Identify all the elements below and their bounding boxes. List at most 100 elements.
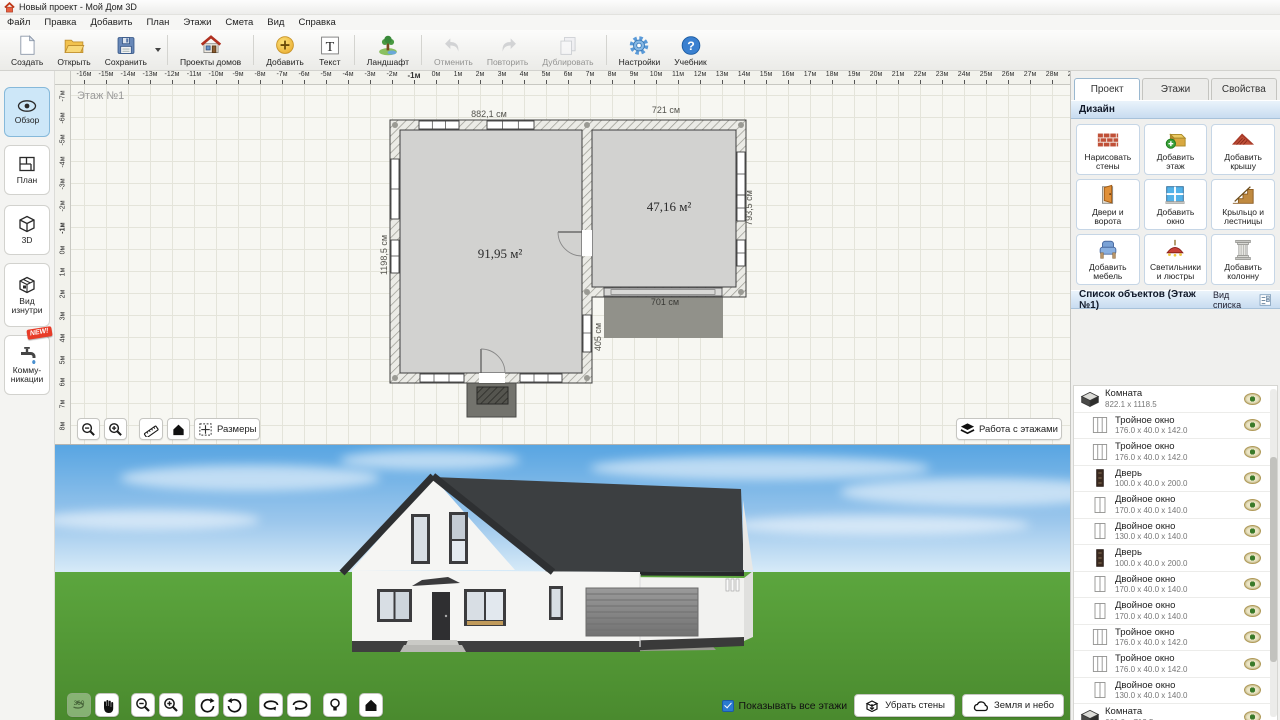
visibility-eye-icon[interactable] (1244, 393, 1261, 405)
sidebar-item-3d[interactable]: 3D (4, 205, 50, 255)
plan-canvas[interactable]: Этаж №1 (71, 85, 1070, 444)
tab-properties[interactable]: Свойства (1211, 78, 1277, 100)
list-item[interactable]: Двойное окно 130.0 x 40.0 x 140.0 (1074, 678, 1277, 705)
checkbox-checked-icon[interactable] (722, 700, 734, 712)
sidebar-item-interior-view[interactable]: Вид изнутри (4, 263, 50, 327)
menu-estimate[interactable]: Смета (218, 15, 260, 30)
orbit-right-button[interactable] (287, 693, 311, 717)
work-with-floors-button[interactable]: Работа с этажами (956, 418, 1062, 440)
tutorial-button[interactable]: ? Учебник (667, 31, 714, 69)
list-item[interactable]: Тройное окно 176.0 x 40.0 x 142.0 (1074, 625, 1277, 652)
redo-button[interactable]: Повторить (480, 31, 536, 69)
porch-and-stairs-button[interactable]: Крыльцо и лестницы (1211, 179, 1275, 230)
visibility-eye-icon[interactable] (1244, 419, 1261, 431)
list-item[interactable]: Двойное окно 130.0 x 40.0 x 140.0 (1074, 519, 1277, 546)
list-item[interactable]: Двойное окно 170.0 x 40.0 x 140.0 (1074, 572, 1277, 599)
menu-floors[interactable]: Этажи (176, 15, 218, 30)
ruler-label: 8м (55, 419, 71, 434)
save-button[interactable]: Сохранить (98, 31, 154, 69)
menu-plan[interactable]: План (139, 15, 176, 30)
scrollbar-thumb[interactable] (1270, 457, 1277, 662)
menu-add[interactable]: Добавить (83, 15, 139, 30)
menu-bar: Файл Правка Добавить План Этажи Смета Ви… (0, 15, 1280, 30)
add-button[interactable]: Добавить (259, 31, 311, 69)
plan-home-button[interactable] (167, 418, 190, 440)
floor-plan-view[interactable]: -16м-15м-14м-13м-12м-11м-10м-9м-8м-7м-6м… (55, 71, 1070, 445)
menu-view[interactable]: Вид (260, 15, 291, 30)
measure-button[interactable] (139, 418, 163, 440)
objects-scrollbar[interactable] (1270, 389, 1277, 717)
tab-floors[interactable]: Этажи (1142, 78, 1208, 100)
add-window-button[interactable]: Добавить окно (1144, 179, 1208, 230)
list-item[interactable]: Дверь 100.0 x 40.0 x 200.0 (1074, 466, 1277, 493)
visibility-eye-icon[interactable] (1244, 525, 1261, 537)
duplicate-button[interactable]: Дублировать (535, 31, 600, 69)
list-item[interactable]: Дверь 100.0 x 40.0 x 200.0 (1074, 545, 1277, 572)
porch[interactable] (467, 383, 516, 417)
dimensions-button[interactable]: Размеры (194, 418, 260, 440)
house-model[interactable] (342, 476, 753, 652)
lighting-button[interactable] (323, 693, 347, 717)
list-item[interactable]: Тройное окно 176.0 x 40.0 x 142.0 (1074, 413, 1277, 440)
visibility-eye-icon[interactable] (1244, 684, 1261, 696)
text-button[interactable]: T Текст (311, 31, 349, 69)
viewer-zoom-out-button[interactable] (131, 693, 155, 717)
new-button[interactable]: Создать (4, 31, 50, 69)
plan-zoom-out-button[interactable] (77, 418, 100, 440)
visibility-eye-icon[interactable] (1244, 578, 1261, 590)
visibility-eye-icon[interactable] (1244, 552, 1261, 564)
rotate-360-button[interactable]: 360 (67, 693, 91, 717)
open-button[interactable]: Открыть (50, 31, 97, 69)
list-item[interactable]: Комната 822.1 x 1118.5 (1074, 386, 1277, 413)
list-item[interactable]: Двойное окно 170.0 x 40.0 x 140.0 (1074, 598, 1277, 625)
save-dropdown-caret[interactable] (154, 31, 162, 69)
lights-and-chandeliers-button[interactable]: Светильники и люстры (1144, 234, 1208, 285)
landscape-button[interactable]: Ландшафт (360, 31, 416, 69)
undo-button[interactable]: Отменить (427, 31, 480, 69)
visibility-eye-icon[interactable] (1244, 605, 1261, 617)
menu-edit[interactable]: Правка (37, 15, 83, 30)
visibility-eye-icon[interactable] (1244, 472, 1261, 484)
tilt-down-button[interactable] (223, 693, 247, 717)
viewer-home-button[interactable] (359, 693, 383, 717)
ground-and-sky-button[interactable]: Земля и небо (962, 694, 1064, 717)
list-item[interactable]: Тройное окно 176.0 x 40.0 x 142.0 (1074, 439, 1277, 466)
orbit-left-button[interactable] (259, 693, 283, 717)
visibility-eye-icon[interactable] (1244, 711, 1261, 720)
visibility-eye-icon[interactable] (1244, 446, 1261, 458)
sidebar-item-plan[interactable]: План (4, 145, 50, 195)
visibility-eye-icon[interactable] (1244, 658, 1261, 670)
list-item[interactable]: Двойное окно 170.0 x 40.0 x 140.0 (1074, 492, 1277, 519)
house-projects-button[interactable]: Проекты домов (173, 31, 248, 69)
view-list-label[interactable]: Вид списка (1213, 290, 1255, 310)
doors-and-gates-button[interactable]: Двери и ворота (1076, 179, 1140, 230)
view-list-icon[interactable] (1259, 293, 1272, 307)
viewer-3d[interactable]: 360 (55, 445, 1070, 720)
garage-door-plan[interactable] (604, 288, 722, 296)
show-all-floors-checkbox[interactable]: Показывать все этажи (722, 700, 848, 712)
add-furniture-button[interactable]: Добавить мебель (1076, 234, 1140, 285)
duplicate-icon (556, 34, 580, 57)
remove-walls-button[interactable]: Убрать стены (854, 694, 955, 717)
object-type-icon (1090, 415, 1110, 435)
tilt-up-button[interactable] (195, 693, 219, 717)
tab-project[interactable]: Проект (1074, 78, 1140, 100)
toolbar-separator (354, 35, 355, 65)
list-item[interactable]: Комната 661.0 x 713.5 (1074, 704, 1277, 720)
object-name: Тройное окно (1115, 415, 1188, 426)
add-roof-button[interactable]: Добавить крышу (1211, 124, 1275, 175)
list-item[interactable]: Тройное окно 176.0 x 40.0 x 142.0 (1074, 651, 1277, 678)
add-floor-button[interactable]: Добавить этаж (1144, 124, 1208, 175)
sidebar-item-communications[interactable]: NEW! Комму- никации (4, 335, 50, 395)
visibility-eye-icon[interactable] (1244, 631, 1261, 643)
add-column-button[interactable]: Добавить колонну (1211, 234, 1275, 285)
sidebar-item-overview[interactable]: Обзор (4, 87, 50, 137)
visibility-eye-icon[interactable] (1244, 499, 1261, 511)
settings-button[interactable]: Настройки (612, 31, 668, 69)
draw-walls-button[interactable]: Нарисовать стены (1076, 124, 1140, 175)
pan-button[interactable] (95, 693, 119, 717)
plan-zoom-in-button[interactable] (104, 418, 127, 440)
menu-file[interactable]: Файл (0, 15, 37, 30)
menu-help[interactable]: Справка (291, 15, 342, 30)
viewer-zoom-in-button[interactable] (159, 693, 183, 717)
